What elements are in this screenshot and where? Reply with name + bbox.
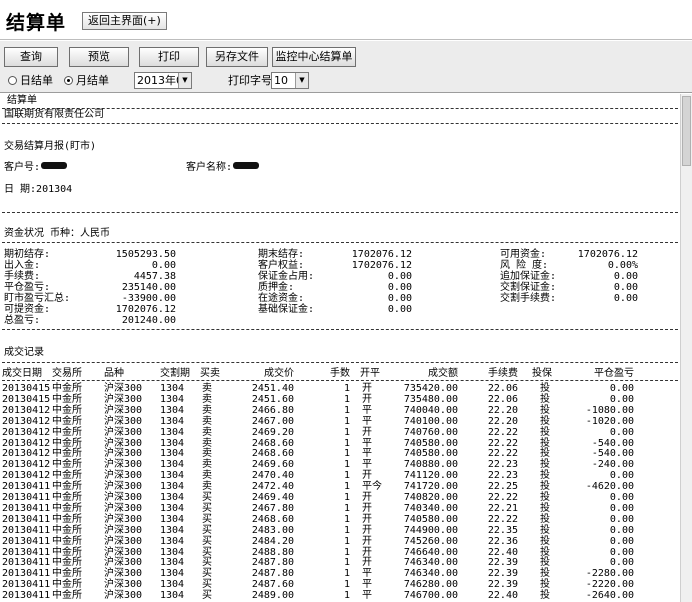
fund-label: 交割手续费: xyxy=(500,293,557,304)
cell-side: 买 xyxy=(202,590,212,601)
scrollbar-thumb[interactable] xyxy=(682,96,691,166)
daily-statement-radio[interactable]: 日结单 xyxy=(8,73,53,89)
cell-amount: 746700.00 xyxy=(403,590,458,601)
radio-checked-icon xyxy=(64,76,73,85)
divider xyxy=(2,329,678,330)
monthly-statement-radio[interactable]: 月结单 xyxy=(64,73,109,89)
font-size-select[interactable]: 10 ▼ xyxy=(271,72,309,89)
trade-section-title: 成交记录 xyxy=(4,347,44,358)
fund-value: 0.00 xyxy=(613,293,638,304)
toolbar: 查询 预览 打印 另存文件 监控中心结算单 日结单 月结单 2013年04 ▼ … xyxy=(0,41,692,93)
cell-delivery: 1304 xyxy=(160,590,185,601)
col-header-lots: 手数 xyxy=(330,368,350,379)
customer-name-label: 客户名称: xyxy=(186,162,233,173)
col-header-exchange: 交易所 xyxy=(52,368,82,379)
vertical-scrollbar[interactable] xyxy=(680,94,692,602)
fund-value: 0.00 xyxy=(387,304,412,315)
divider xyxy=(2,380,678,381)
col-header-delivery: 交割期 xyxy=(160,368,190,379)
report-header-label: 结算单 xyxy=(7,95,37,106)
report-title: 交易结算月报(盯市) xyxy=(4,141,97,152)
page-title: 结算单 xyxy=(6,12,67,34)
col-header-price: 成交价 xyxy=(264,368,294,379)
preview-button[interactable]: 预览 xyxy=(69,47,129,67)
customer-id-label: 客户号: xyxy=(4,162,41,173)
chevron-down-icon: ▼ xyxy=(178,73,191,88)
return-home-button[interactable]: 返回主界面(+) xyxy=(82,12,167,30)
report-date: 日 期:201304 xyxy=(4,184,72,196)
fund-value: 201240.00 xyxy=(121,315,176,326)
divider xyxy=(2,123,678,124)
cell-hedge: 投 xyxy=(540,590,550,601)
col-header-close-pnl: 平仓盈亏 xyxy=(594,368,634,379)
font-size-label: 打印字号 xyxy=(228,74,272,87)
statement-report: 结算单 国联期货有限责任公司 交易结算月报(盯市) 客户号: 客户名称: 日 期… xyxy=(0,94,680,602)
query-button[interactable]: 查询 xyxy=(4,47,58,67)
cell-price: 2489.00 xyxy=(251,590,294,601)
cell-product: 沪深300 xyxy=(104,590,143,601)
cell-open-close: 平 xyxy=(362,590,372,601)
col-header-amount: 成交额 xyxy=(428,368,458,379)
title-bar: 结算单 返回主界面(+) xyxy=(0,0,692,40)
chevron-down-icon: ▼ xyxy=(295,73,308,88)
cell-lots: 1 xyxy=(343,590,350,601)
monitor-center-statement-button[interactable]: 监控中心结算单 xyxy=(272,47,356,67)
col-header-fee: 手续费 xyxy=(488,368,518,379)
save-as-button[interactable]: 另存文件 xyxy=(206,47,268,67)
fund-label: 基础保证金: xyxy=(258,304,315,315)
divider xyxy=(2,242,678,243)
cell-exchange: 中金所 xyxy=(52,590,82,601)
date-label: 日 期: xyxy=(4,184,37,195)
font-size-value: 10 xyxy=(274,74,288,87)
company-name: 国联期货有限责任公司 xyxy=(4,109,104,120)
col-header-hedge: 投保 xyxy=(532,368,552,379)
month-select[interactable]: 2013年04 ▼ xyxy=(134,72,192,89)
print-button[interactable]: 打印 xyxy=(139,47,199,67)
daily-statement-label: 日结单 xyxy=(20,74,53,87)
redacted-mask xyxy=(233,162,260,169)
monthly-statement-label: 月结单 xyxy=(76,74,109,87)
divider xyxy=(2,362,678,363)
radio-unchecked-icon xyxy=(8,76,17,85)
col-header-date: 成交日期 xyxy=(2,368,42,379)
col-header-product: 品种 xyxy=(104,368,124,379)
fund-label: 总盈亏: xyxy=(4,315,41,326)
col-header-side: 买卖 xyxy=(200,368,220,379)
customer-name: 客户名称: xyxy=(186,162,260,174)
fund-section-title: 资金状况 币种：人民币 xyxy=(4,228,111,239)
customer-id: 客户号: xyxy=(4,162,68,174)
redacted-mask xyxy=(41,162,68,169)
cell-fee: 22.40 xyxy=(487,590,518,601)
cell-close-pnl: -2640.00 xyxy=(585,590,634,601)
col-header-open-close: 开平 xyxy=(360,368,380,379)
divider xyxy=(2,212,678,213)
date-value: 201304 xyxy=(36,184,73,195)
cell-date: 20130411 xyxy=(2,590,51,601)
